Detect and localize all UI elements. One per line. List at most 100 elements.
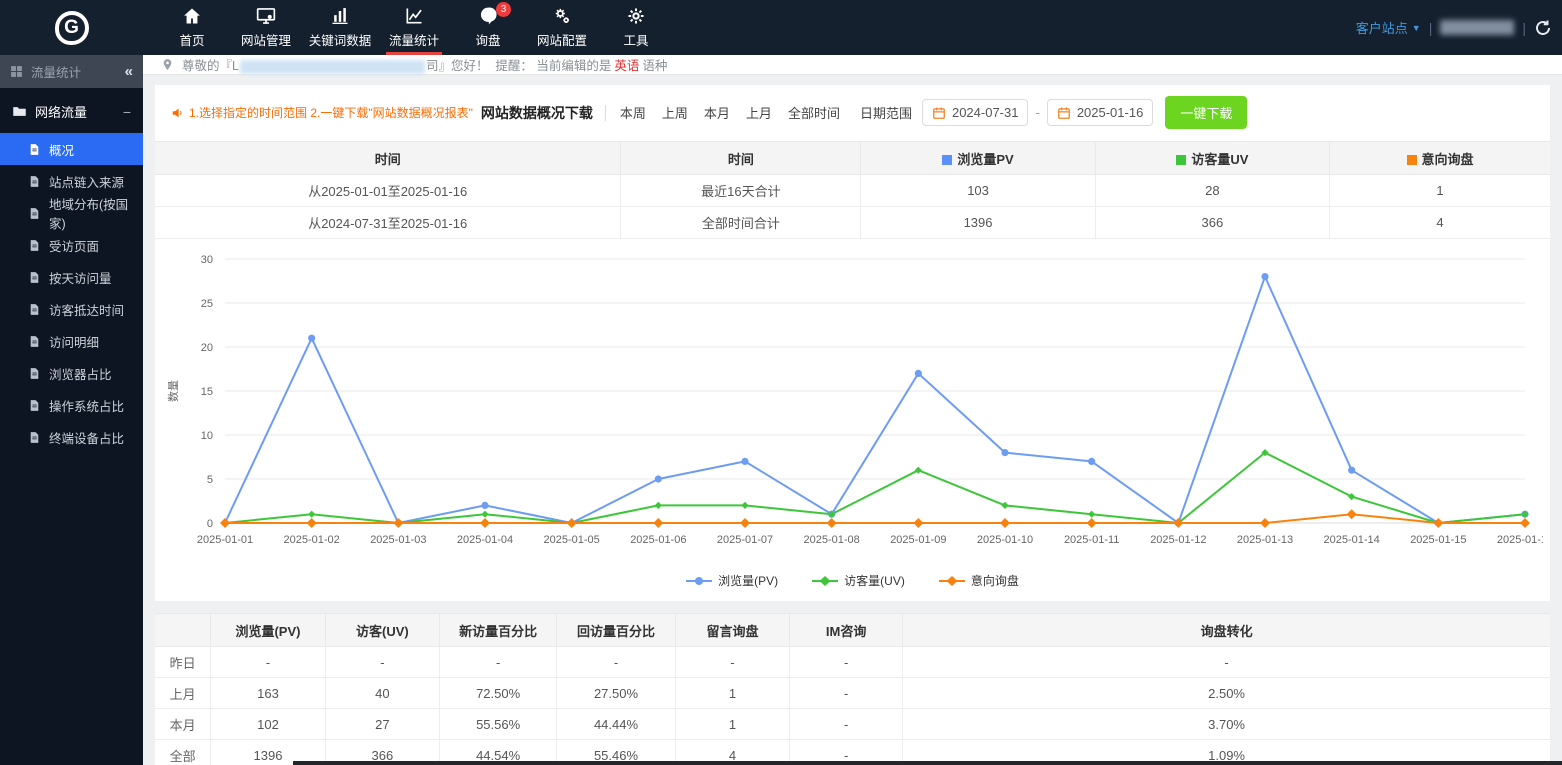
file-icon [28, 207, 41, 220]
brand-logo[interactable]: G [0, 0, 143, 55]
table-row: 从2024-07-31至2025-01-16全部时间合计13963664 [155, 207, 1550, 239]
sidebar-item-8[interactable]: 浏览器占比 [0, 357, 143, 389]
main-content: 尊敬的『L司』您好！ 提醒： 当前编辑的是英语语种 1.选择指定的时间范围 2.… [143, 55, 1562, 765]
sidebar-item-label: 访客抵达时间 [49, 300, 124, 319]
table-cell: 40 [325, 678, 439, 709]
svg-text:2025-01-03: 2025-01-03 [370, 534, 426, 546]
summary-col-header: 访客量UV [1095, 142, 1329, 175]
quick-range-3[interactable]: 本月 [704, 103, 730, 122]
sidebar-item-label: 按天访问量 [49, 268, 112, 287]
table-cell: - [440, 647, 557, 678]
language-badge: 英语 [614, 59, 639, 73]
svg-text:20: 20 [201, 342, 213, 354]
table-cell: 1396 [861, 207, 1095, 239]
collapse-group-icon[interactable]: − [123, 104, 131, 120]
file-icon [28, 335, 41, 348]
quick-range-5[interactable]: 全部时间 [788, 103, 840, 122]
nav-item-label: 网站管理 [241, 30, 291, 49]
table-cell: 55.56% [440, 709, 557, 740]
legend-item-1[interactable]: 浏览量(PV) [686, 572, 778, 589]
sidebar-menu: 概况站点链入来源地域分布(按国家)受访页面按天访问量访客抵达时间访问明细浏览器占… [0, 133, 143, 453]
date-from-input[interactable]: 2024-07-31 [922, 99, 1029, 126]
summary-col-header: 浏览量PV [861, 142, 1095, 175]
traffic-stats-icon [404, 6, 424, 26]
legend-label: 访客量(UV) [844, 572, 905, 589]
legend-item-2[interactable]: 访客量(UV) [812, 572, 905, 589]
collapse-sidebar-icon[interactable]: « [125, 63, 133, 80]
traffic-line-chart: 051015202530数量2025-01-012025-01-022025-0… [163, 243, 1543, 565]
table-cell: 27.50% [557, 678, 676, 709]
company-name-censored [240, 60, 425, 74]
sidebar-item-4[interactable]: 受访页面 [0, 229, 143, 261]
table-row: 从2025-01-01至2025-01-16最近16天合计103281 [155, 175, 1550, 207]
series-color-swatch [1407, 155, 1417, 165]
nav-item-label: 工具 [623, 30, 648, 49]
home-icon [182, 6, 202, 26]
calendar-icon [1057, 106, 1071, 120]
nav-item-1[interactable]: 首页 [155, 0, 229, 55]
nav-item-3[interactable]: 关键词数据 [303, 0, 377, 55]
legend-item-3[interactable]: 意向询盘 [939, 572, 1019, 589]
sidebar-header: 流量统计 « [0, 55, 143, 88]
svg-text:2025-01-12: 2025-01-12 [1150, 534, 1206, 546]
sidebar-item-6[interactable]: 访客抵达时间 [0, 293, 143, 325]
table-cell: 从2025-01-01至2025-01-16 [155, 175, 621, 207]
svg-text:2025-01-06: 2025-01-06 [630, 534, 686, 546]
svg-text:2025-01-09: 2025-01-09 [890, 534, 946, 546]
divider [605, 105, 606, 121]
download-toolbar: 1.选择指定的时间范围 2.一键下载"网站数据概况报表" 网站数据概况下载 本周… [155, 85, 1550, 135]
nav-item-5[interactable]: 询盘3 [451, 0, 525, 55]
svg-text:2025-01-15: 2025-01-15 [1410, 534, 1466, 546]
table-header-row: 时间时间浏览量PV访客量UV意向询盘 [155, 142, 1550, 175]
quick-range-2[interactable]: 上周 [662, 103, 688, 122]
table-row: 上月1634072.50%27.50%1-2.50% [155, 678, 1550, 709]
file-icon [28, 431, 41, 444]
svg-text:2025-01-08: 2025-01-08 [804, 534, 860, 546]
sidebar-item-5[interactable]: 按天访问量 [0, 261, 143, 293]
sidebar-item-3[interactable]: 地域分布(按国家) [0, 197, 143, 229]
nav-item-label: 首页 [179, 30, 204, 49]
quick-range-4[interactable]: 上月 [746, 103, 772, 122]
svg-text:2025-01-01: 2025-01-01 [197, 534, 253, 546]
customer-site-dropdown[interactable]: 客户站点 ▼ [1356, 18, 1421, 37]
sidebar-item-2[interactable]: 站点链入来源 [0, 165, 143, 197]
detail-col-header: 回访量百分比 [557, 614, 676, 647]
customer-site-label: 客户站点 [1356, 18, 1408, 37]
inquiry-icon [478, 6, 498, 26]
nav-item-7[interactable]: 工具 [599, 0, 673, 55]
sidebar-item-10[interactable]: 终端设备占比 [0, 421, 143, 453]
date-to-input[interactable]: 2025-01-16 [1047, 99, 1154, 126]
svg-text:2025-01-07: 2025-01-07 [717, 534, 773, 546]
nav-item-4[interactable]: 流量统计 [377, 0, 451, 55]
quick-range-1[interactable]: 本周 [620, 103, 646, 122]
one-click-download-button[interactable]: 一键下载 [1165, 96, 1247, 129]
table-cell: 102 [211, 709, 325, 740]
speaker-icon [171, 106, 185, 120]
sidebar-item-label: 浏览器占比 [49, 364, 112, 383]
file-icon [28, 271, 41, 284]
notification-badge: 3 [496, 2, 511, 17]
summary-col-header: 时间 [155, 142, 621, 175]
refresh-icon[interactable] [1534, 19, 1552, 37]
sidebar-item-label: 操作系统占比 [49, 396, 124, 415]
file-icon [28, 175, 41, 188]
calendar-icon [932, 106, 946, 120]
series-color-swatch [942, 155, 952, 165]
nav-item-2[interactable]: 网站管理 [229, 0, 303, 55]
main-nav: 首页 网站管理关键词数据流量统计询盘3网站配置工具 [155, 0, 673, 55]
sidebar-item-9[interactable]: 操作系统占比 [0, 389, 143, 421]
table-cell: 366 [1095, 207, 1329, 239]
row-label: 昨日 [155, 647, 211, 678]
svg-text:0: 0 [207, 518, 213, 530]
nav-item-6[interactable]: 网站配置 [525, 0, 599, 55]
sidebar-item-7[interactable]: 访问明细 [0, 325, 143, 357]
table-cell: - [903, 647, 1550, 678]
horizontal-scrollbar[interactable] [293, 761, 1562, 765]
row-label: 上月 [155, 678, 211, 709]
sidebar-item-1[interactable]: 概况 [0, 133, 143, 165]
website-manage-icon [256, 6, 276, 26]
svg-text:数量: 数量 [167, 380, 180, 402]
detail-col-header [155, 614, 211, 647]
chart-area: 051015202530数量2025-01-012025-01-022025-0… [155, 239, 1550, 568]
sidebar-group-network-traffic[interactable]: 网络流量 − [0, 88, 143, 133]
